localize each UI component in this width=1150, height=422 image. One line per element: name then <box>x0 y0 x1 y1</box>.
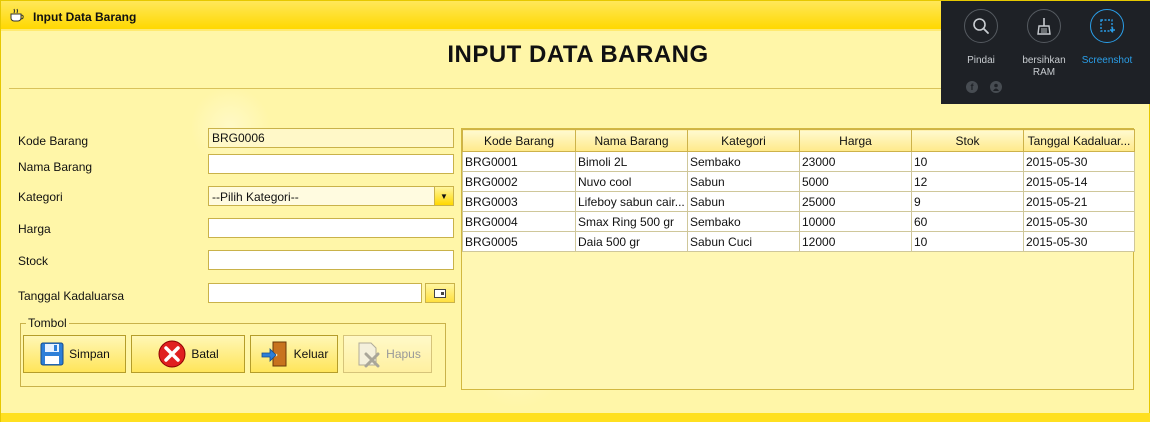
table-cell[interactable]: 2015-05-30 <box>1023 231 1135 252</box>
pindai-label: Pindai <box>967 55 995 66</box>
table-cell[interactable]: 2015-05-21 <box>1023 191 1135 212</box>
table-row[interactable]: BRG0001 Bimoli 2L Sembako 23000 10 2015-… <box>462 151 1135 172</box>
table-cell[interactable]: 12000 <box>799 231 912 252</box>
simpan-button[interactable]: Simpan <box>23 335 126 373</box>
table-cell[interactable]: Nuvo cool <box>575 171 688 192</box>
table-cell[interactable]: 2015-05-30 <box>1023 211 1135 232</box>
batal-label: Batal <box>191 347 219 361</box>
community-icon[interactable] <box>990 81 1002 93</box>
kategori-selected: --Pilih Kategori-- <box>212 190 299 204</box>
keluar-button[interactable]: Keluar <box>250 335 338 373</box>
screenshot-icon-ring <box>1090 9 1124 43</box>
facebook-icon[interactable]: f <box>966 81 978 93</box>
table-cell[interactable]: 23000 <box>799 151 912 172</box>
hapus-button[interactable]: Hapus <box>343 335 432 373</box>
broom-icon <box>1037 18 1051 35</box>
bersihkan-ram-label: bersihkan RAM <box>1012 55 1076 79</box>
window-title: Input Data Barang <box>33 10 137 24</box>
kategori-combo[interactable]: --Pilih Kategori-- ▼ <box>208 186 454 206</box>
app-icon <box>10 8 24 22</box>
system-overlay-panel: Pindai bersihkan RAM Screenshot f <box>941 1 1150 104</box>
calendar-icon <box>434 288 446 298</box>
table-cell[interactable]: 2015-05-14 <box>1023 171 1135 192</box>
table-cell[interactable]: BRG0002 <box>462 171 576 192</box>
table-row[interactable]: BRG0004 Smax Ring 500 gr Sembako 10000 6… <box>462 211 1135 232</box>
keluar-label: Keluar <box>293 347 329 361</box>
floppy-disk-icon <box>40 342 64 366</box>
kategori-label: Kategori <box>18 190 63 204</box>
table-cell[interactable]: Lifeboy sabun cair... <box>575 191 688 212</box>
table-row[interactable]: BRG0002 Nuvo cool Sabun 5000 12 2015-05-… <box>462 171 1135 192</box>
bersihkan-ram-label-line1: bersihkan <box>1022 55 1066 66</box>
column-header-harga[interactable]: Harga <box>799 129 912 152</box>
table-cell[interactable]: Bimoli 2L <box>575 151 688 172</box>
data-table[interactable]: Kode Barang Nama Barang Kategori Harga S… <box>461 128 1135 390</box>
search-icon <box>973 18 989 34</box>
table-cell[interactable]: 10 <box>911 231 1024 252</box>
screenshot-icon <box>1100 19 1115 33</box>
hapus-label: Hapus <box>386 347 421 361</box>
table-cell[interactable]: 60 <box>911 211 1024 232</box>
column-header-kategori[interactable]: Kategori <box>687 129 800 152</box>
table-cell[interactable]: BRG0005 <box>462 231 576 252</box>
table-header-row: Kode Barang Nama Barang Kategori Harga S… <box>462 129 1135 152</box>
delete-document-icon <box>358 342 380 368</box>
stock-field[interactable] <box>208 250 454 270</box>
column-header-kode-barang[interactable]: Kode Barang <box>462 129 576 152</box>
table-cell[interactable]: Sabun <box>687 171 800 192</box>
table-cell[interactable]: BRG0003 <box>462 191 576 212</box>
kode-barang-label: Kode Barang <box>18 134 89 148</box>
simpan-label: Simpan <box>69 347 110 361</box>
bersihkan-ram-button[interactable]: bersihkan RAM <box>1012 9 1076 79</box>
column-header-tanggal-kadaluarsa[interactable]: Tanggal Kadaluar... <box>1023 129 1135 152</box>
table-cell[interactable]: Sembako <box>687 151 800 172</box>
harga-label: Harga <box>18 222 51 236</box>
table-row[interactable]: BRG0003 Lifeboy sabun cair... Sabun 2500… <box>462 191 1135 212</box>
column-header-nama-barang[interactable]: Nama Barang <box>575 129 688 152</box>
table-cell[interactable]: 10 <box>911 151 1024 172</box>
table-cell[interactable]: 9 <box>911 191 1024 212</box>
column-header-stok[interactable]: Stok <box>911 129 1024 152</box>
app-window: Input Data Barang INPUT DATA BARANG Kode… <box>0 0 1150 422</box>
people-icon <box>993 83 999 91</box>
table-cell[interactable]: Sabun <box>687 191 800 212</box>
broom-icon-ring <box>1027 9 1061 43</box>
table-cell[interactable]: BRG0001 <box>462 151 576 172</box>
table-cell[interactable]: 5000 <box>799 171 912 192</box>
nama-barang-field[interactable] <box>208 154 454 174</box>
table-cell[interactable]: BRG0004 <box>462 211 576 232</box>
cancel-icon <box>158 340 186 368</box>
table-cell[interactable]: 12 <box>911 171 1024 192</box>
table-cell[interactable]: Smax Ring 500 gr <box>575 211 688 232</box>
scan-icon-ring <box>964 9 998 43</box>
tanggal-kadaluarsa-field[interactable] <box>208 283 422 303</box>
table-cell[interactable]: 10000 <box>799 211 912 232</box>
table-cell[interactable]: 25000 <box>799 191 912 212</box>
screenshot-button[interactable]: Screenshot <box>1075 9 1139 67</box>
table-cell[interactable]: Sembako <box>687 211 800 232</box>
table-cell[interactable]: Daia 500 gr <box>575 231 688 252</box>
batal-button[interactable]: Batal <box>131 335 245 373</box>
table-cell[interactable]: Sabun Cuci <box>687 231 800 252</box>
stock-label: Stock <box>18 254 49 268</box>
table-row[interactable]: BRG0005 Daia 500 gr Sabun Cuci 12000 10 … <box>462 231 1135 252</box>
bersihkan-ram-label-line2: RAM <box>1032 67 1056 78</box>
window-bottom-border <box>1 413 1150 422</box>
screenshot-label: Screenshot <box>1081 55 1133 66</box>
tombol-group-label: Tombol <box>26 316 69 330</box>
exit-door-icon <box>261 341 287 367</box>
tanggal-kadaluarsa-label: Tanggal Kadaluarsa <box>18 289 125 303</box>
calendar-button[interactable] <box>425 283 455 303</box>
table-cell[interactable]: 2015-05-30 <box>1023 151 1135 172</box>
harga-field[interactable] <box>208 218 454 238</box>
kode-barang-field[interactable]: BRG0006 <box>208 128 454 148</box>
nama-barang-label: Nama Barang <box>18 160 93 174</box>
chevron-down-icon[interactable]: ▼ <box>434 187 453 205</box>
pindai-button[interactable]: Pindai <box>949 9 1013 67</box>
